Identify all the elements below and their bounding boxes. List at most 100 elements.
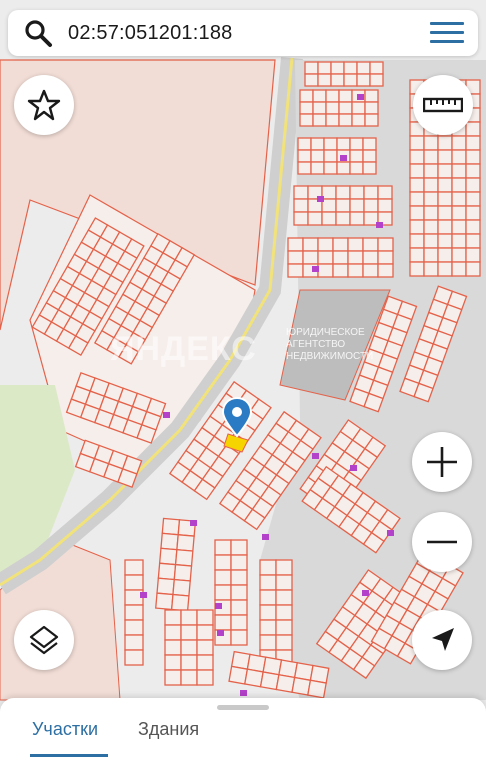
parcel[interactable] bbox=[321, 211, 337, 226]
parcel[interactable] bbox=[293, 185, 309, 200]
parcel[interactable] bbox=[336, 161, 351, 175]
parcel[interactable] bbox=[409, 177, 425, 193]
parcel[interactable] bbox=[364, 113, 379, 127]
parcel[interactable] bbox=[335, 185, 351, 200]
parcel[interactable] bbox=[437, 219, 453, 235]
parcel[interactable] bbox=[297, 137, 312, 151]
parcel[interactable] bbox=[351, 113, 366, 127]
parcel[interactable] bbox=[196, 624, 214, 641]
parcel[interactable] bbox=[409, 261, 425, 277]
parcel[interactable] bbox=[332, 263, 349, 278]
parcel[interactable] bbox=[377, 250, 394, 265]
parcel[interactable] bbox=[363, 198, 379, 213]
parcel[interactable] bbox=[451, 149, 467, 165]
parcel[interactable] bbox=[409, 247, 425, 263]
parcel[interactable] bbox=[437, 135, 453, 151]
parcel[interactable] bbox=[230, 539, 248, 556]
parcel[interactable] bbox=[155, 592, 174, 611]
parcel[interactable] bbox=[451, 205, 467, 221]
parcel[interactable] bbox=[423, 233, 439, 249]
parcel[interactable] bbox=[465, 177, 481, 193]
parcel[interactable] bbox=[124, 574, 144, 591]
parcel[interactable] bbox=[176, 534, 195, 552]
parcel[interactable] bbox=[338, 113, 353, 127]
parcel[interactable] bbox=[343, 61, 358, 75]
parcel[interactable] bbox=[230, 569, 248, 586]
zoom-in-button[interactable] bbox=[412, 432, 472, 492]
parcel[interactable] bbox=[409, 233, 425, 249]
parcel[interactable] bbox=[161, 517, 181, 536]
parcel[interactable] bbox=[302, 237, 319, 252]
parcel[interactable] bbox=[437, 233, 453, 249]
parcel[interactable] bbox=[451, 177, 467, 193]
parcel[interactable] bbox=[164, 669, 182, 686]
parcel[interactable] bbox=[164, 624, 182, 641]
parcel[interactable] bbox=[310, 137, 325, 151]
parcel[interactable] bbox=[299, 101, 314, 115]
parcel[interactable] bbox=[437, 191, 453, 207]
parcel[interactable] bbox=[259, 559, 277, 576]
parcel[interactable] bbox=[362, 237, 379, 252]
parcel[interactable] bbox=[317, 73, 332, 87]
parcel[interactable] bbox=[287, 263, 304, 278]
parcel[interactable] bbox=[275, 574, 293, 591]
parcel[interactable] bbox=[369, 73, 384, 87]
parcel[interactable] bbox=[349, 185, 365, 200]
parcel[interactable] bbox=[465, 219, 481, 235]
parcel[interactable] bbox=[349, 161, 364, 175]
parcel[interactable] bbox=[293, 211, 309, 226]
parcel[interactable] bbox=[124, 604, 144, 621]
parcel[interactable] bbox=[437, 247, 453, 263]
tab-parcels[interactable]: Участки bbox=[30, 720, 108, 760]
parcel[interactable] bbox=[409, 163, 425, 179]
parcel[interactable] bbox=[312, 101, 327, 115]
parcel[interactable] bbox=[437, 205, 453, 221]
parcel[interactable] bbox=[451, 191, 467, 207]
parcel[interactable] bbox=[423, 149, 439, 165]
parcel[interactable] bbox=[180, 624, 198, 641]
parcel[interactable] bbox=[230, 614, 248, 631]
parcel[interactable] bbox=[423, 219, 439, 235]
parcel[interactable] bbox=[214, 554, 232, 571]
parcel[interactable] bbox=[196, 609, 214, 626]
parcel[interactable] bbox=[304, 61, 319, 75]
parcel[interactable] bbox=[170, 593, 190, 612]
parcel[interactable] bbox=[423, 247, 439, 263]
parcel[interactable] bbox=[362, 149, 377, 163]
parcel[interactable] bbox=[164, 639, 182, 656]
layers-button[interactable] bbox=[14, 610, 74, 670]
parcel[interactable] bbox=[451, 135, 467, 151]
parcel[interactable] bbox=[293, 198, 309, 213]
parcel[interactable] bbox=[317, 250, 334, 265]
parcel[interactable] bbox=[156, 577, 175, 596]
parcel[interactable] bbox=[323, 149, 338, 163]
parcel[interactable] bbox=[347, 263, 364, 278]
parcel[interactable] bbox=[180, 669, 198, 686]
parcel[interactable] bbox=[349, 149, 364, 163]
parcel[interactable] bbox=[287, 250, 304, 265]
parcel[interactable] bbox=[230, 554, 248, 571]
parcel[interactable] bbox=[299, 113, 314, 127]
parcel[interactable] bbox=[343, 73, 358, 87]
parcel[interactable] bbox=[465, 261, 481, 277]
parcel[interactable] bbox=[196, 669, 214, 686]
search-input[interactable]: 02:57:051201:188 bbox=[68, 22, 416, 45]
parcel[interactable] bbox=[362, 161, 377, 175]
parcel[interactable] bbox=[409, 191, 425, 207]
parcel[interactable] bbox=[259, 574, 277, 591]
parcel[interactable] bbox=[214, 584, 232, 601]
locate-button[interactable] bbox=[412, 610, 472, 670]
parcel[interactable] bbox=[465, 163, 481, 179]
parcel[interactable] bbox=[214, 569, 232, 586]
parcel[interactable] bbox=[275, 559, 293, 576]
ruler-button[interactable] bbox=[413, 75, 473, 135]
favorite-button[interactable] bbox=[14, 75, 74, 135]
parcel[interactable] bbox=[323, 161, 338, 175]
parcel[interactable] bbox=[335, 198, 351, 213]
parcel[interactable] bbox=[409, 205, 425, 221]
parcel[interactable] bbox=[364, 89, 379, 103]
parcel[interactable] bbox=[297, 161, 312, 175]
parcel[interactable] bbox=[317, 61, 332, 75]
parcel[interactable] bbox=[364, 101, 379, 115]
parcel[interactable] bbox=[164, 609, 182, 626]
